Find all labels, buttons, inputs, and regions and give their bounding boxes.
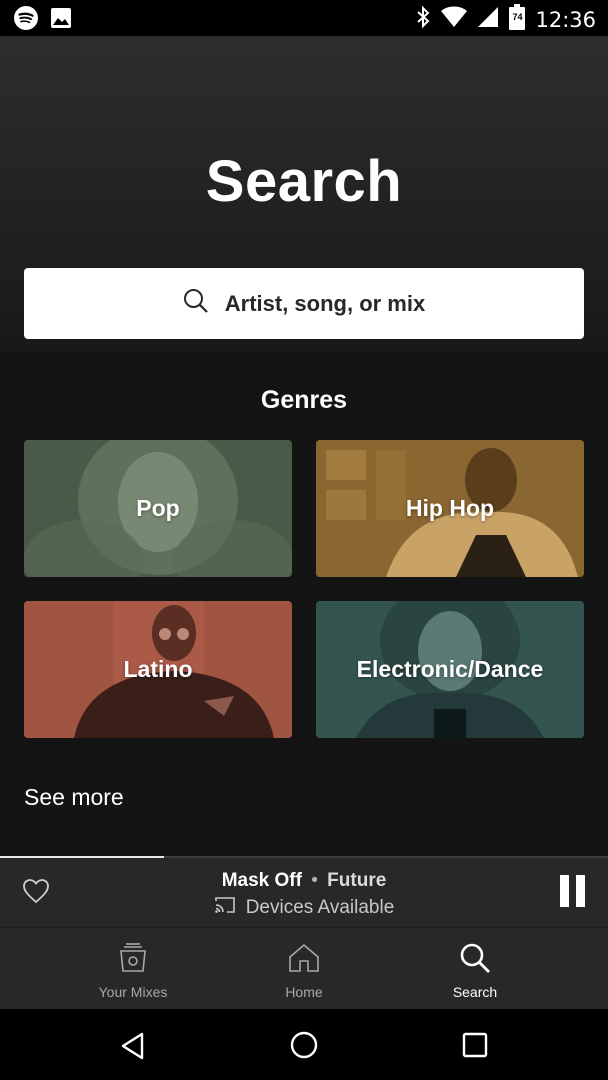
- genre-label: Pop: [136, 495, 180, 521]
- now-playing-bar[interactable]: Mask Off • Future Devices Available: [0, 856, 608, 927]
- cast-icon: [214, 896, 236, 919]
- genre-label: Latino: [123, 656, 193, 682]
- radio-icon: [117, 942, 149, 979]
- page-title: Search: [205, 149, 403, 214]
- devices-available[interactable]: Devices Available: [0, 896, 608, 919]
- search-placeholder: Artist, song, or mix: [224, 290, 426, 316]
- search-header: Search Artist, song, or mix: [0, 36, 608, 352]
- image-icon: [50, 7, 72, 34]
- genre-tile-latino[interactable]: Latino: [24, 601, 292, 738]
- genre-label: Electronic/Dance: [356, 656, 544, 682]
- now-playing-title: Mask Off • Future: [0, 870, 608, 892]
- devices-label: Devices Available: [245, 896, 395, 918]
- genre-tile-electronic-dance[interactable]: Electronic/Dance: [316, 601, 584, 738]
- song-title: Mask Off: [221, 870, 302, 891]
- progress-bar: [0, 856, 608, 858]
- back-icon[interactable]: [118, 1031, 148, 1066]
- status-bar: 74 12:36: [0, 0, 608, 36]
- artist-name: Future: [327, 870, 387, 891]
- pause-icon-bar: [576, 875, 585, 907]
- recent-apps-icon[interactable]: [462, 1032, 488, 1063]
- pause-button[interactable]: [556, 875, 588, 909]
- title-separator: •: [311, 870, 318, 891]
- spotify-icon: [14, 6, 38, 35]
- genre-tile-pop[interactable]: Pop: [24, 440, 292, 577]
- search-icon: [459, 942, 491, 979]
- home-circle-icon[interactable]: [289, 1030, 319, 1065]
- pause-icon: [560, 875, 569, 907]
- system-nav-bar: [0, 1009, 608, 1080]
- genres-section: Genres Pop Hip Hop Latino Electronic/Dan…: [0, 352, 608, 856]
- signal-icon: [477, 6, 499, 33]
- genre-tile-hip-hop[interactable]: Hip Hop: [316, 440, 584, 577]
- bottom-nav: Your Mixes Home Search: [0, 927, 608, 1009]
- battery-level: 74: [512, 12, 523, 22]
- see-more-link[interactable]: See more: [24, 784, 124, 811]
- home-icon: [288, 942, 320, 979]
- progress-fill: [0, 856, 165, 858]
- wifi-icon: [441, 6, 468, 33]
- battery-icon: 74: [509, 4, 526, 35]
- status-time: 12:36: [535, 7, 596, 32]
- nav-home[interactable]: Home: [229, 928, 379, 1010]
- genres-title: Genres: [260, 386, 348, 414]
- search-icon: [183, 288, 209, 319]
- bluetooth-icon: [415, 5, 431, 34]
- search-input[interactable]: Artist, song, or mix: [24, 268, 584, 339]
- genre-label: Hip Hop: [405, 495, 495, 521]
- nav-label: Home: [285, 984, 323, 1000]
- nav-label: Search: [452, 984, 498, 1000]
- nav-label: Your Mixes: [98, 984, 168, 1000]
- nav-your-mixes[interactable]: Your Mixes: [58, 928, 208, 1010]
- nav-search[interactable]: Search: [400, 928, 550, 1010]
